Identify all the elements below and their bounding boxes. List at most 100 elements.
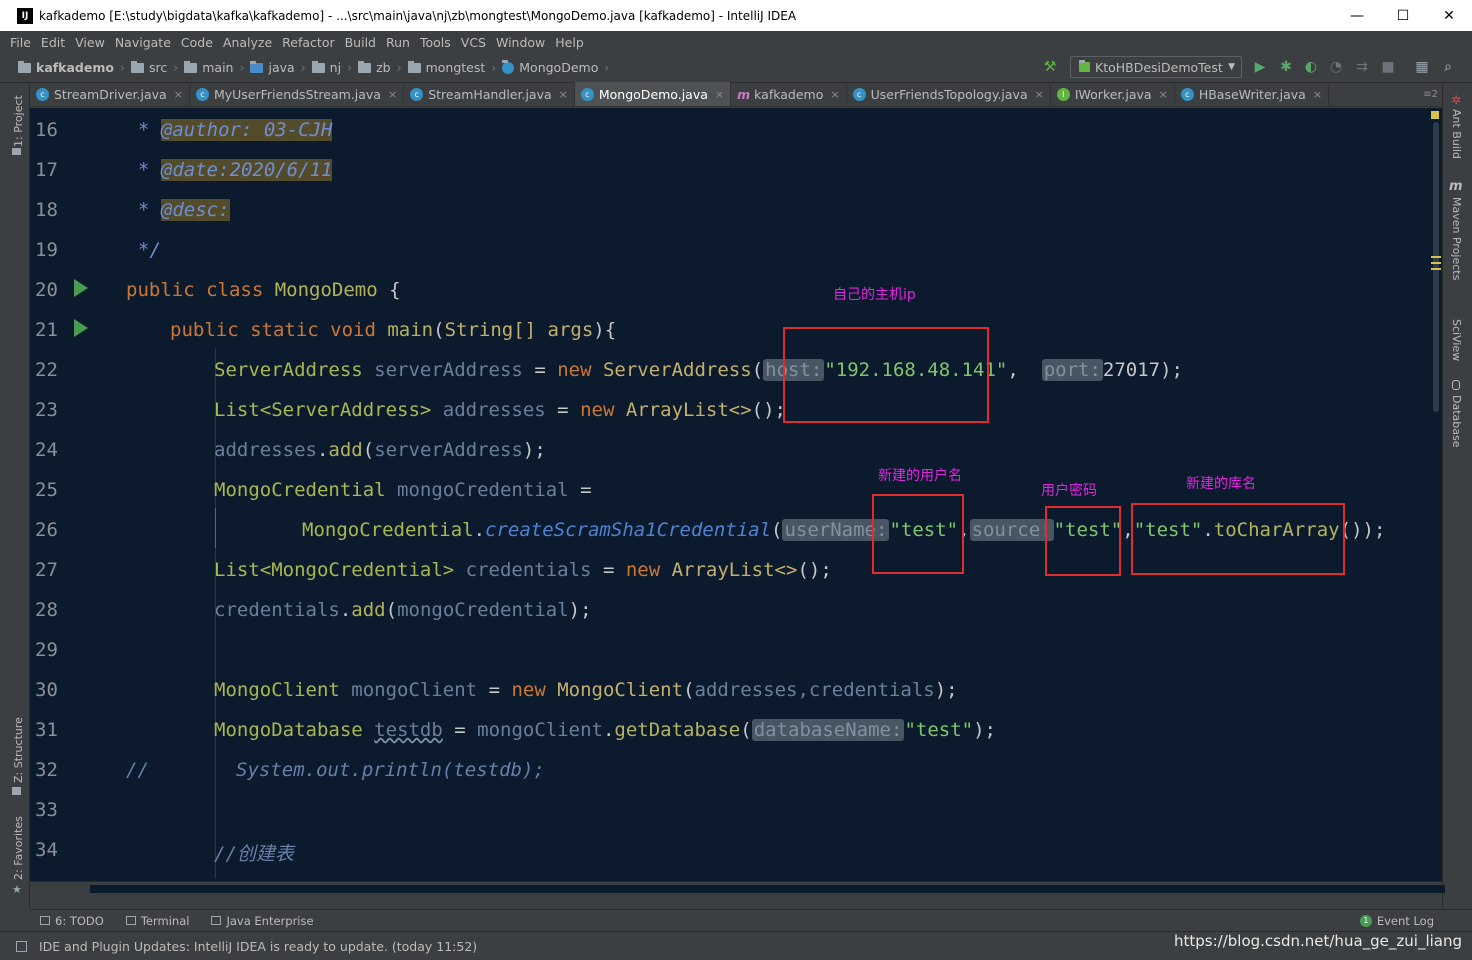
menu-run[interactable]: Run (386, 35, 410, 50)
variable: mongoClient (351, 679, 478, 701)
breadcrumb-label: nj (329, 60, 342, 75)
tab-streamdriver[interactable]: c StreamDriver.java × (30, 82, 190, 106)
event-log-tool-button[interactable]: 1 Event Log (1359, 914, 1434, 928)
code-line-22: ServerAddress serverAddress = new Server… (214, 359, 1183, 381)
tab-hbasewriter[interactable]: c HBaseWriter.java × (1175, 82, 1330, 106)
tab-mongodemo[interactable]: c MongoDemo.java × (574, 82, 732, 106)
menu-analyze[interactable]: Analyze (223, 35, 272, 50)
profile-icon[interactable]: ◔ (1328, 59, 1344, 75)
close-icon[interactable]: × (1035, 88, 1044, 101)
breadcrumb-java[interactable]: java (250, 60, 295, 75)
maximize-button[interactable]: ☐ (1380, 0, 1426, 31)
paren: ); (522, 439, 546, 461)
warning-marker[interactable] (1431, 268, 1441, 270)
coverage-icon[interactable]: ◐ (1303, 59, 1319, 75)
comma: , (1007, 359, 1042, 381)
run-configuration-select[interactable]: KtoHBDesiDemoTest ▼ (1070, 56, 1242, 78)
run-main-gutter-icon[interactable] (74, 319, 88, 337)
close-icon[interactable]: × (1159, 88, 1168, 101)
search-icon[interactable]: ⌕ (1440, 59, 1456, 75)
variable: addresses (214, 439, 317, 461)
warning-marker[interactable] (1431, 262, 1441, 264)
type: MongoClient (214, 679, 352, 701)
close-icon[interactable]: × (715, 88, 724, 101)
left-tool-strip: 1: Project Z: Structure 2: Favorites ★ (0, 83, 30, 909)
menu-file[interactable]: File (10, 35, 31, 50)
attach-icon[interactable]: ⇉ (1354, 59, 1370, 75)
breadcrumb-project[interactable]: kafkademo (18, 60, 114, 75)
tab-label: IWorker.java (1074, 86, 1152, 102)
menu-help[interactable]: Help (555, 35, 584, 50)
scrollbar-thumb[interactable] (1433, 122, 1439, 412)
tab-kafkademo-pom[interactable]: m kafkademo × (731, 82, 847, 106)
tool-windows-toggle-icon[interactable] (16, 940, 27, 952)
menu-build[interactable]: Build (345, 35, 376, 50)
structure-icon (12, 787, 21, 795)
menu-tools[interactable]: Tools (420, 35, 451, 50)
menu-edit[interactable]: Edit (41, 35, 65, 50)
status-message[interactable]: IDE and Plugin Updates: IntelliJ IDEA is… (39, 939, 477, 954)
tab-overflow-button[interactable]: ≡2 (1423, 82, 1438, 106)
class-icon (502, 59, 515, 74)
breadcrumb-mongtest[interactable]: mongtest (407, 60, 485, 75)
menu-refactor[interactable]: Refactor (282, 35, 334, 50)
tab-myuserfriendsstream[interactable]: c MyUserFriendsStream.java × (190, 82, 405, 106)
close-icon[interactable]: × (830, 88, 839, 101)
dot: . (602, 719, 615, 741)
terminal-tool-button[interactable]: Terminal (125, 914, 189, 928)
keyword: public class (126, 279, 275, 301)
horizontal-scrollbar[interactable] (30, 881, 1445, 909)
dot: . (316, 439, 329, 461)
close-icon[interactable]: × (1313, 88, 1322, 101)
chevron-right-icon: › (300, 60, 306, 75)
database-tool-button[interactable]: Database (1450, 395, 1463, 448)
run-icon[interactable]: ▶ (1252, 59, 1268, 75)
inspection-status-icon[interactable] (1431, 111, 1439, 119)
warning-marker[interactable] (1431, 256, 1441, 258)
paren: ); (934, 679, 958, 701)
bottom-tool-bar: 6: TODO Terminal Java Enterprise 1 Event … (30, 909, 1472, 931)
project-tool-button[interactable]: 1: Project (12, 95, 25, 147)
todo-tool-button[interactable]: 6: TODO (40, 914, 104, 928)
watermark: https://blog.csdn.net/hua_ge_zui_liang (1173, 932, 1462, 950)
minimize-button[interactable]: — (1334, 0, 1380, 31)
close-icon[interactable]: × (388, 88, 397, 101)
menu-window[interactable]: Window (496, 35, 545, 50)
java-enterprise-tool-button[interactable]: Java Enterprise (211, 914, 314, 928)
menu-navigate[interactable]: Navigate (115, 35, 171, 50)
close-button[interactable]: ✕ (1426, 0, 1472, 31)
tab-iworker[interactable]: I IWorker.java × (1051, 82, 1175, 106)
favorites-tool-button[interactable]: 2: Favorites (12, 816, 25, 880)
run-class-gutter-icon[interactable] (74, 279, 88, 297)
paren: ( (683, 679, 695, 701)
breadcrumb-src[interactable]: src (130, 60, 167, 75)
sciview-tool-button[interactable]: SciView (1450, 319, 1463, 361)
breadcrumb-nj[interactable]: nj (311, 60, 342, 75)
line-number: 32 (35, 759, 58, 781)
breadcrumb-main[interactable]: main (184, 60, 233, 75)
menu-vcs[interactable]: VCS (461, 35, 486, 50)
project-structure-icon[interactable]: ▦ (1414, 59, 1430, 75)
breadcrumb-class[interactable]: MongoDemo (502, 59, 598, 75)
menu-view[interactable]: View (75, 35, 105, 50)
close-icon[interactable]: × (559, 88, 568, 101)
line-number: 17 (35, 159, 58, 181)
debug-icon[interactable]: ✱ (1278, 59, 1294, 75)
constructor: ArrayList<> (671, 559, 798, 581)
maven-projects-tool-button[interactable]: Maven Projects (1450, 197, 1463, 280)
menu-code[interactable]: Code (181, 35, 213, 50)
class-icon: c (410, 87, 424, 101)
close-icon[interactable]: × (174, 88, 183, 101)
ant-build-tool-button[interactable]: Ant Build (1450, 109, 1463, 159)
chevron-right-icon: › (396, 60, 402, 75)
structure-tool-button[interactable]: Z: Structure (12, 717, 25, 783)
class-name: MongoDemo (274, 279, 378, 301)
tab-userfriendstopology[interactable]: c UserFriendsTopology.java × (847, 82, 1051, 106)
paren: ( (385, 599, 398, 621)
build-hammer-icon[interactable]: ⚒ (1042, 59, 1058, 75)
tab-streamhandler[interactable]: c StreamHandler.java × (404, 82, 575, 106)
horizontal-scrollbar-thumb[interactable] (90, 885, 1445, 893)
code-editor[interactable]: * @author: 03-CJH * @date:2020/6/11 * @d… (104, 108, 1430, 881)
stop-icon[interactable]: ■ (1380, 59, 1396, 75)
breadcrumb-zb[interactable]: zb (358, 60, 391, 75)
